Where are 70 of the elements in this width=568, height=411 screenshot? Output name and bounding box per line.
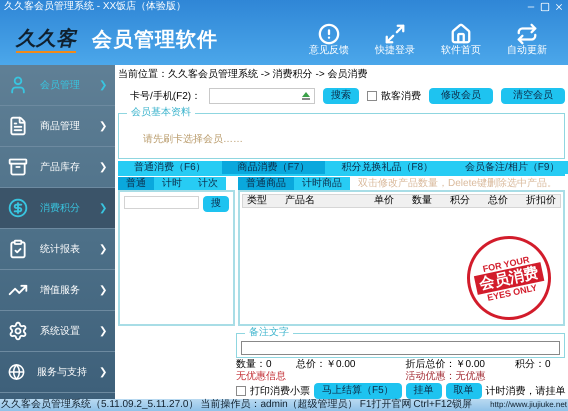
tab[interactable]: 普通消费（F6） (118, 161, 222, 174)
column-header: 单价 (373, 195, 395, 207)
dollar-icon (8, 198, 28, 218)
column-header: 类型 (246, 195, 268, 207)
sidebar-item[interactable]: 消费积分 ❯ (0, 188, 115, 229)
document-icon (8, 116, 28, 136)
logo: 久久客 (16, 26, 76, 52)
app-title: 会员管理软件 (92, 28, 218, 52)
card-input-field[interactable] (209, 88, 315, 104)
quantity-text: 数量：0 (236, 359, 273, 370)
window-title: 久久客会员管理系统 - XX饭店（体验版） (4, 1, 186, 13)
sidebar-item[interactable]: 商品管理 ❯ (0, 106, 115, 147)
category-search-field[interactable] (124, 196, 199, 209)
column-header: 数量 (411, 195, 433, 207)
print-receipt-checkbox[interactable] (236, 386, 246, 396)
print-receipt-label: 打印消费小票 (250, 384, 310, 398)
discount-info-text: 无优惠信息 (236, 371, 287, 383)
panel-legend: 会员基本资料 (127, 107, 195, 119)
column-header: 折扣价 (525, 195, 557, 207)
column-header: 产品名 (284, 195, 316, 207)
maximize-icon[interactable] (540, 2, 550, 12)
website-link[interactable]: http://www.jiujiuke.net (490, 399, 567, 411)
clipboard-check-icon (8, 239, 28, 259)
globe-icon (8, 362, 25, 382)
version-text: 久久客会员管理系统（5.11.09.2_5.11.27.0） (1, 399, 198, 411)
product-hint: 双击修改产品数量，Delete键删除选中产品。 (358, 178, 557, 190)
home-icon (450, 22, 472, 44)
tab[interactable]: 计次 (190, 177, 226, 190)
member-button[interactable]: 修改会员 (429, 88, 493, 104)
eject-icon (302, 92, 310, 100)
sidebar-item[interactable]: 增值服务 ❯ (0, 270, 115, 311)
member-button[interactable]: 清空会员 (501, 88, 565, 104)
close-icon[interactable] (554, 2, 564, 12)
website-shortcut-text: F1打开官网 (360, 399, 412, 411)
member-hint: 请先刷卡选择会员…… (143, 134, 243, 145)
expand-arrows-icon (384, 22, 406, 44)
breadcrumb: 当前位置：久久客会员管理系统 -> 消费积分 -> 会员消费 (118, 68, 368, 82)
sidebar-item[interactable]: 服务与支持 ❯ (0, 352, 115, 393)
panel-legend: 备注文字 (245, 327, 293, 339)
checkout-button[interactable]: 马上结算（F5） (314, 383, 402, 399)
tab[interactable]: 积分兑换礼品（F8） (325, 161, 450, 174)
column-header: 总价 (487, 195, 509, 207)
tab[interactable]: 会员备注/相片（F9） (449, 161, 568, 174)
tab[interactable]: 计时 (154, 177, 190, 190)
alert-icon (318, 22, 340, 44)
sidebar-item[interactable]: 系统设置 ❯ (0, 311, 115, 352)
hold-button[interactable]: 挂单 (406, 383, 442, 399)
operator-text: 当前操作员：admin（超级管理员） (200, 399, 358, 411)
card-label: 卡号/手机(F2)： (130, 90, 202, 104)
tab[interactable]: 普通 (118, 177, 154, 190)
points-text: 积分：0 (515, 359, 552, 371)
retrieve-button[interactable]: 取单 (446, 383, 482, 399)
discounted-total-text: 折后总价：￥0.00 (406, 359, 486, 370)
promotion-text: 活动优惠：无优惠 (406, 371, 486, 383)
sidebar-item[interactable]: 统计报表 ❯ (0, 229, 115, 270)
total-text: 总价：￥0.00 (296, 359, 356, 371)
walk-in-checkbox[interactable] (367, 91, 377, 101)
notes-input-field[interactable] (241, 341, 560, 355)
tab[interactable]: 普通商品 (238, 177, 294, 190)
lock-shortcut-text: Ctrl+F12锁屏 (413, 399, 472, 411)
settings-icon (8, 321, 28, 341)
cabinet-icon (8, 157, 28, 177)
walk-in-label: 散客消费 (381, 90, 421, 104)
column-header: 积分 (449, 195, 471, 207)
timing-note: 计时消费，请挂单 (486, 384, 566, 398)
tab[interactable]: 计时商品 (294, 177, 350, 190)
search-button[interactable]: 搜索 (323, 88, 359, 104)
search-button[interactable]: 搜 (203, 196, 229, 212)
tab[interactable]: 商品消费（F7） (222, 161, 326, 174)
refresh-arrows-icon (516, 22, 538, 44)
